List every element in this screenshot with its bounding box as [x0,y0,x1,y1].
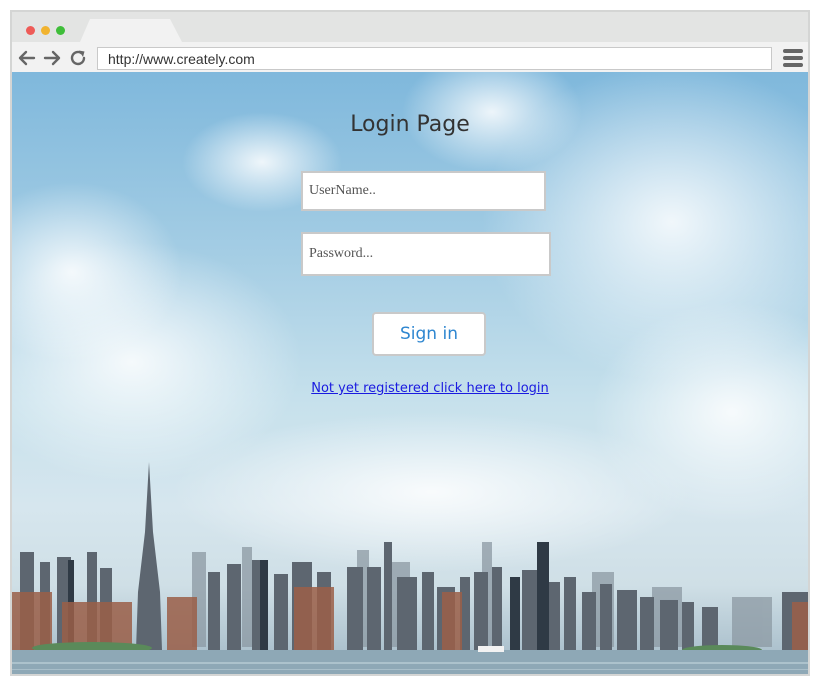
minimize-window-dot[interactable] [41,26,50,35]
title-bar [12,12,808,42]
register-link[interactable]: Not yet registered click here to login [12,381,808,396]
reload-icon [70,50,86,66]
page-title: Login Page [350,112,470,137]
arrow-right-icon [43,50,61,66]
page-viewport: Login Page Sign in Not yet registered cl… [12,72,808,674]
browser-window: http://www.creately.com Login Page UserN… [10,10,810,676]
reload-button[interactable] [68,48,88,68]
username-input[interactable] [301,171,546,211]
hamburger-menu-icon[interactable] [783,49,803,67]
browser-toolbar: http://www.creately.com [12,42,808,72]
city-skyline-background [12,72,808,674]
arrow-left-icon [18,50,36,66]
maximize-window-dot[interactable] [56,26,65,35]
address-bar[interactable]: http://www.creately.com [97,47,772,70]
close-window-dot[interactable] [26,26,35,35]
browser-tab[interactable] [80,19,182,42]
forward-button[interactable] [42,48,62,68]
back-button[interactable] [17,48,37,68]
sign-in-button[interactable]: Sign in [372,312,486,356]
password-input[interactable] [301,232,551,276]
